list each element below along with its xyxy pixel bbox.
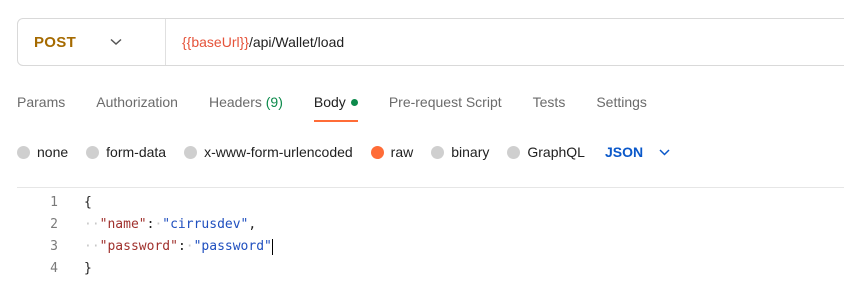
tab-authorization[interactable]: Authorization: [96, 94, 178, 122]
line-number: 1: [50, 195, 58, 210]
text-cursor: [271, 238, 273, 255]
code-text: }: [84, 258, 92, 280]
radio-selected-icon[interactable]: [370, 145, 384, 159]
code-line: 4 }: [0, 258, 844, 280]
tab-label: Headers: [208, 94, 262, 110]
body-indicator-dot: [350, 98, 358, 106]
divider: [17, 187, 844, 188]
json-value: "cirrusdev": [162, 217, 249, 232]
tab-params[interactable]: Params: [17, 94, 65, 122]
url-variable: {{baseUrl}}: [182, 34, 249, 50]
code-line: 3 ··"password":·"password": [0, 236, 844, 258]
radio-icon[interactable]: [507, 145, 521, 159]
tab-label: Tests: [532, 94, 566, 110]
option-label: GraphQL: [527, 144, 585, 160]
close-brace: }: [84, 261, 92, 276]
body-type-options: none form-data x-www-form-urlencoded raw…: [17, 144, 670, 160]
radio-icon[interactable]: [86, 145, 100, 159]
method-label: POST: [34, 33, 77, 51]
language-selector[interactable]: JSON: [605, 144, 670, 160]
tab-tests[interactable]: Tests: [533, 94, 566, 122]
json-value: "password": [193, 239, 272, 254]
open-brace: {: [84, 195, 92, 210]
body-option-x-www-form-urlencoded[interactable]: x-www-form-urlencoded: [184, 144, 353, 160]
tab-body[interactable]: Body: [313, 94, 358, 122]
tab-settings[interactable]: Settings: [596, 94, 647, 122]
json-key: "name": [99, 217, 147, 232]
url-input[interactable]: {{baseUrl}}/api/Wallet/load: [166, 34, 344, 50]
body-option-binary[interactable]: binary: [431, 144, 489, 160]
url-path: /api/Wallet/load: [248, 34, 345, 50]
option-label: x-www-form-urlencoded: [204, 144, 353, 160]
tab-label: Params: [17, 94, 66, 110]
headers-count: (9): [265, 94, 283, 110]
tab-label: Body: [313, 94, 346, 110]
option-label: raw: [390, 144, 414, 160]
body-option-raw[interactable]: raw: [370, 144, 414, 160]
option-label: form-data: [106, 144, 167, 160]
code-editor[interactable]: 1 { 2 ··"name":·"cirrusdev", 3 ··"passwo…: [0, 192, 844, 284]
method-selector[interactable]: POST: [18, 19, 166, 65]
indent-guide: ··: [84, 239, 100, 254]
code-line: 1 {: [0, 192, 844, 214]
indent-guide: ··: [84, 217, 100, 232]
code-text: {: [84, 192, 92, 214]
radio-icon[interactable]: [184, 145, 198, 159]
code-line: 2 ··"name":·"cirrusdev",: [0, 214, 844, 236]
request-bar: POST {{baseUrl}}/api/Wallet/load: [17, 18, 844, 66]
language-label: JSON: [604, 144, 644, 160]
tab-pre-request-script[interactable]: Pre-request Script: [389, 94, 502, 122]
body-option-graphql[interactable]: GraphQL: [507, 144, 585, 160]
chevron-down-icon: [659, 148, 670, 156]
radio-icon[interactable]: [431, 145, 445, 159]
body-option-form-data[interactable]: form-data: [86, 144, 166, 160]
request-tabs: Params Authorization Headers (9) Body Pr…: [17, 94, 678, 122]
line-number: 3: [50, 239, 58, 254]
body-option-none[interactable]: none: [17, 144, 68, 160]
code-text: ··"name":·"cirrusdev",: [84, 217, 257, 232]
tab-label: Pre-request Script: [388, 94, 502, 110]
tab-label: Settings: [596, 94, 647, 110]
tab-headers[interactable]: Headers (9): [209, 94, 283, 122]
option-label: binary: [451, 144, 490, 160]
code-text: ··"password":·"password": [84, 238, 273, 255]
line-number: 4: [50, 261, 58, 276]
json-key: "password": [99, 239, 178, 254]
line-number: 2: [50, 217, 58, 232]
chevron-down-icon: [110, 38, 122, 46]
tab-label: Authorization: [96, 94, 178, 110]
radio-icon[interactable]: [17, 145, 30, 159]
option-label: none: [37, 144, 69, 160]
